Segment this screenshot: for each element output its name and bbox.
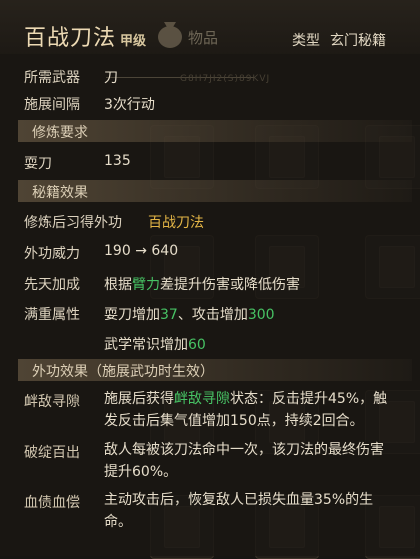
section-requirement: 修炼要求	[18, 120, 412, 142]
effect-desc-2: 敌人每被该刀法命中一次，该刀法的最终伤害 提升60%。	[104, 439, 414, 483]
innate-label: 先天加成	[24, 277, 80, 293]
skill-req-value: 135	[104, 153, 131, 169]
innate-stat: 臂力	[132, 277, 160, 293]
section-external-title: 外功效果（施展武功时生效）	[32, 364, 214, 380]
power-from: 190	[104, 243, 131, 259]
effect-3-line1: 主动攻击后，恢复敌人已损失血量35%的生	[104, 492, 374, 508]
effect-1-pre: 施展后获得	[104, 391, 174, 407]
power-to: 640	[151, 243, 179, 259]
full-line-2: 武学常识增加60	[104, 334, 206, 354]
power-label: 外功威力	[24, 246, 80, 262]
effect-1-line2: 发反击后集气值增加150点，持续2回合。	[104, 413, 364, 429]
full-sep: 、攻击增加	[177, 307, 248, 323]
full-c: 武学常识增加	[104, 337, 188, 353]
book-title: 百战刀法	[24, 26, 117, 51]
full-b-val: 300	[247, 307, 275, 323]
type-value: 玄门秘籍	[330, 33, 386, 49]
full-line-1: 耍刀增加37、攻击增加300	[104, 304, 275, 324]
effect-2-line2: 提升60%。	[104, 464, 178, 480]
type-label: 类型	[292, 33, 320, 49]
effect-name-1: 衅敌寻隙	[24, 394, 80, 410]
learned-label: 修炼后习得外功	[24, 215, 122, 231]
innate-post: 差提升伤害或降低伤害	[160, 277, 300, 293]
section-effect: 秘籍效果	[18, 180, 412, 202]
full-a: 耍刀增加	[104, 307, 160, 323]
skill-book-tooltip: 百战刀法 甲级 物品 类型 玄门秘籍 G8H7JI2(S)89KVJ 所需武器 …	[0, 0, 420, 556]
full-label: 满重属性	[24, 307, 80, 323]
effect-desc-1: 施展后获得衅敌寻隙状态：反击提升45%，触发反击后集气值增加150点，持续2回合…	[104, 388, 414, 432]
effect-3-line2: 命。	[104, 514, 132, 530]
arrow-icon: →	[135, 243, 147, 259]
effect-1-hl: 衅敌寻隙	[174, 391, 230, 407]
bag-icon	[158, 22, 182, 48]
interval-label: 施展间隔	[24, 97, 80, 113]
effect-desc-3: 主动攻击后，恢复敌人已损失血量35%的生 命。	[104, 489, 414, 533]
grade-label: 甲级	[120, 34, 147, 49]
weapon-value: 刀	[104, 70, 118, 86]
effect-2-line1: 敌人每被该刀法命中一次，该刀法的最终伤害	[104, 442, 384, 458]
interval-value: 3次行动	[104, 97, 155, 113]
effect-name-2: 破绽百出	[24, 445, 80, 461]
innate-pre: 根据	[104, 277, 132, 293]
effect-1-rest: 状态：反击提升45%，触	[230, 391, 388, 407]
items-tab-ghost: 物品	[188, 29, 219, 47]
faint-code-text: G8H7JI2(S)89KVJ	[180, 74, 271, 84]
section-external: 外功效果（施展武功时生效）	[18, 359, 412, 381]
power-value: 190 → 640	[104, 243, 178, 259]
weapon-label: 所需武器	[24, 70, 80, 86]
learned-value: 百战刀法	[148, 215, 204, 231]
section-effect-title: 秘籍效果	[32, 185, 88, 201]
section-requirement-title: 修炼要求	[32, 125, 88, 141]
effect-name-3: 血债血偿	[24, 495, 80, 511]
innate-value: 根据臂力差提升伤害或降低伤害	[104, 274, 300, 294]
full-c-val: 60	[188, 337, 206, 353]
full-a-val: 37	[160, 307, 178, 323]
skill-req-label: 耍刀	[24, 156, 52, 172]
